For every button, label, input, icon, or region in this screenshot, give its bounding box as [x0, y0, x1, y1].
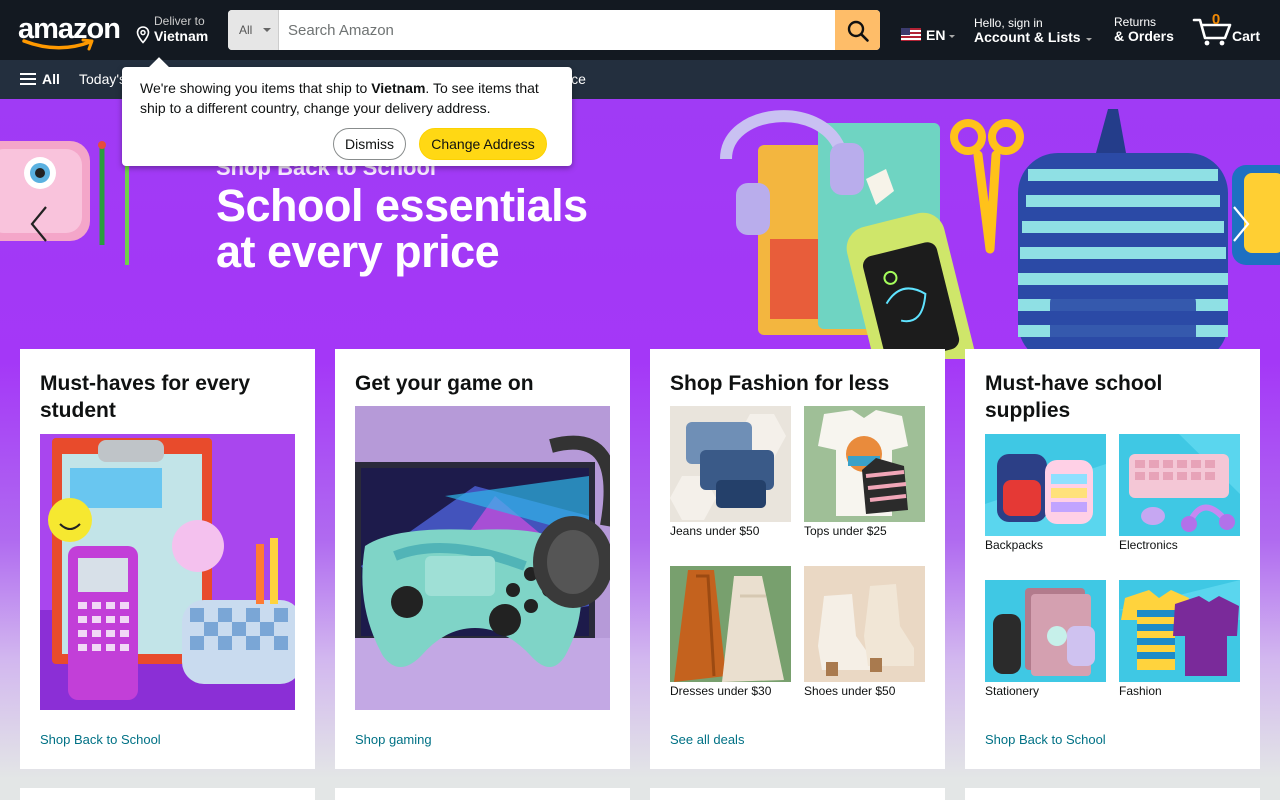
- account-label: Account & Lists: [974, 29, 1081, 45]
- card-school-supplies: Must-have school supplies Backpacks Elec…: [965, 349, 1260, 769]
- tile-caption: Backpacks: [985, 538, 1044, 552]
- fashion-tile-dresses[interactable]: Dresses under $30: [670, 566, 791, 706]
- language-code: EN: [926, 27, 946, 43]
- tile-caption: Shoes under $50: [804, 684, 896, 698]
- caret-down-icon: [263, 28, 271, 32]
- caret-down-icon: [1086, 38, 1092, 41]
- card-gaming: Get your game on Shop gaming: [335, 349, 630, 769]
- search-button[interactable]: [835, 10, 880, 50]
- cart-count: 0: [1211, 11, 1221, 28]
- dismiss-button[interactable]: Dismiss: [333, 128, 406, 160]
- search-category-select[interactable]: All: [228, 10, 279, 50]
- hero-headline-line2: at every price: [216, 226, 500, 277]
- delivery-location-popover: We're showing you items that ship to Vie…: [122, 57, 572, 166]
- student-supplies-image: [40, 434, 295, 710]
- deliver-country: Vietnam: [154, 28, 209, 44]
- fashion-tile-shoes[interactable]: Shoes under $50: [804, 566, 925, 706]
- card-title: Must-haves for every student: [40, 372, 251, 422]
- card-image-link[interactable]: [355, 406, 610, 710]
- nav-link-todays-deals[interactable]: Today's: [79, 71, 126, 87]
- deliver-label: Deliver to: [154, 14, 205, 28]
- supplies-tile-backpacks[interactable]: Backpacks: [985, 434, 1106, 558]
- card-title: Must-have school supplies: [985, 372, 1163, 422]
- hero-headline-line1: School essentials: [216, 180, 588, 231]
- electronics-image: [1119, 434, 1240, 536]
- tile-caption: Electronics: [1119, 538, 1178, 552]
- card-link[interactable]: See all deals: [670, 732, 744, 747]
- school-supplies-image: [720, 109, 1280, 359]
- hero-headline: School essentials at every price: [216, 183, 588, 275]
- tops-image: [804, 406, 925, 522]
- popover-message: We're showing you items that ship to Vie…: [140, 80, 539, 116]
- returns-orders[interactable]: Returns & Orders: [1114, 15, 1180, 45]
- supplies-tile-electronics[interactable]: Electronics: [1119, 434, 1240, 558]
- dresses-image: [670, 566, 791, 682]
- cart-label: Cart: [1232, 28, 1261, 44]
- popover-country: Vietnam: [371, 80, 426, 96]
- account-greeting: Hello, sign in: [974, 16, 1043, 30]
- kids-camera-image: [0, 141, 129, 265]
- account-lists[interactable]: Hello, sign in Account & Lists: [974, 16, 1098, 46]
- location-pin-icon: [136, 26, 150, 44]
- card-fashion-for-less: Shop Fashion for less Jeans under $50 To…: [650, 349, 945, 769]
- deliver-to[interactable]: Deliver to Vietnam: [134, 13, 218, 49]
- tile-caption: Stationery: [985, 684, 1040, 698]
- search-input[interactable]: [279, 10, 835, 50]
- logo-smile-icon: [22, 38, 94, 51]
- chevron-left-icon[interactable]: [24, 199, 54, 249]
- orders-label: & Orders: [1114, 28, 1174, 44]
- gaming-controller-image: [355, 406, 610, 710]
- backpacks-image: [985, 434, 1106, 536]
- card-next-row: [335, 788, 630, 800]
- tile-caption: Jeans under $50: [670, 524, 760, 538]
- search-bar: All: [228, 10, 880, 50]
- supplies-tile-stationery[interactable]: Stationery: [985, 580, 1106, 704]
- us-flag-icon: [901, 28, 921, 41]
- card-next-row: [965, 788, 1260, 800]
- card-title: Shop Fashion for less: [670, 372, 890, 395]
- nav-belt: amazon Deliver to Vietnam All EN: [0, 0, 1280, 60]
- card-image-link[interactable]: [40, 434, 295, 710]
- card-next-row: [20, 788, 315, 800]
- card-title: Get your game on: [355, 372, 534, 395]
- fashion-tile-jeans[interactable]: Jeans under $50: [670, 406, 791, 546]
- card-link[interactable]: Shop Back to School: [985, 732, 1106, 747]
- card-link[interactable]: Shop Back to School: [40, 732, 161, 747]
- caret-down-icon: [949, 35, 955, 38]
- tile-caption: Dresses under $30: [670, 684, 772, 698]
- amazon-logo[interactable]: amazon: [16, 10, 121, 52]
- search-category-label: All: [239, 23, 253, 37]
- language-selector[interactable]: EN: [901, 26, 961, 44]
- stationery-image: [985, 580, 1106, 682]
- jeans-image: [670, 406, 791, 522]
- cart[interactable]: 0 Cart: [1192, 10, 1272, 50]
- tile-caption: Fashion: [1119, 684, 1162, 698]
- card-student-must-haves: Must-haves for every student Shop Back t…: [20, 349, 315, 769]
- kids-fashion-image: [1119, 580, 1240, 682]
- card-next-row: [650, 788, 945, 800]
- fashion-tile-tops[interactable]: Tops under $25: [804, 406, 925, 546]
- tile-caption: Tops under $25: [804, 524, 887, 538]
- search-icon: [847, 20, 869, 42]
- returns-label: Returns: [1114, 15, 1157, 29]
- shoes-image: [804, 566, 925, 682]
- hamburger-icon: [20, 73, 36, 85]
- supplies-tile-fashion[interactable]: Fashion: [1119, 580, 1240, 704]
- chevron-right-icon[interactable]: [1226, 199, 1256, 249]
- change-address-button[interactable]: Change Address: [419, 128, 547, 160]
- card-link[interactable]: Shop gaming: [355, 732, 432, 747]
- all-menu-label: All: [42, 71, 60, 87]
